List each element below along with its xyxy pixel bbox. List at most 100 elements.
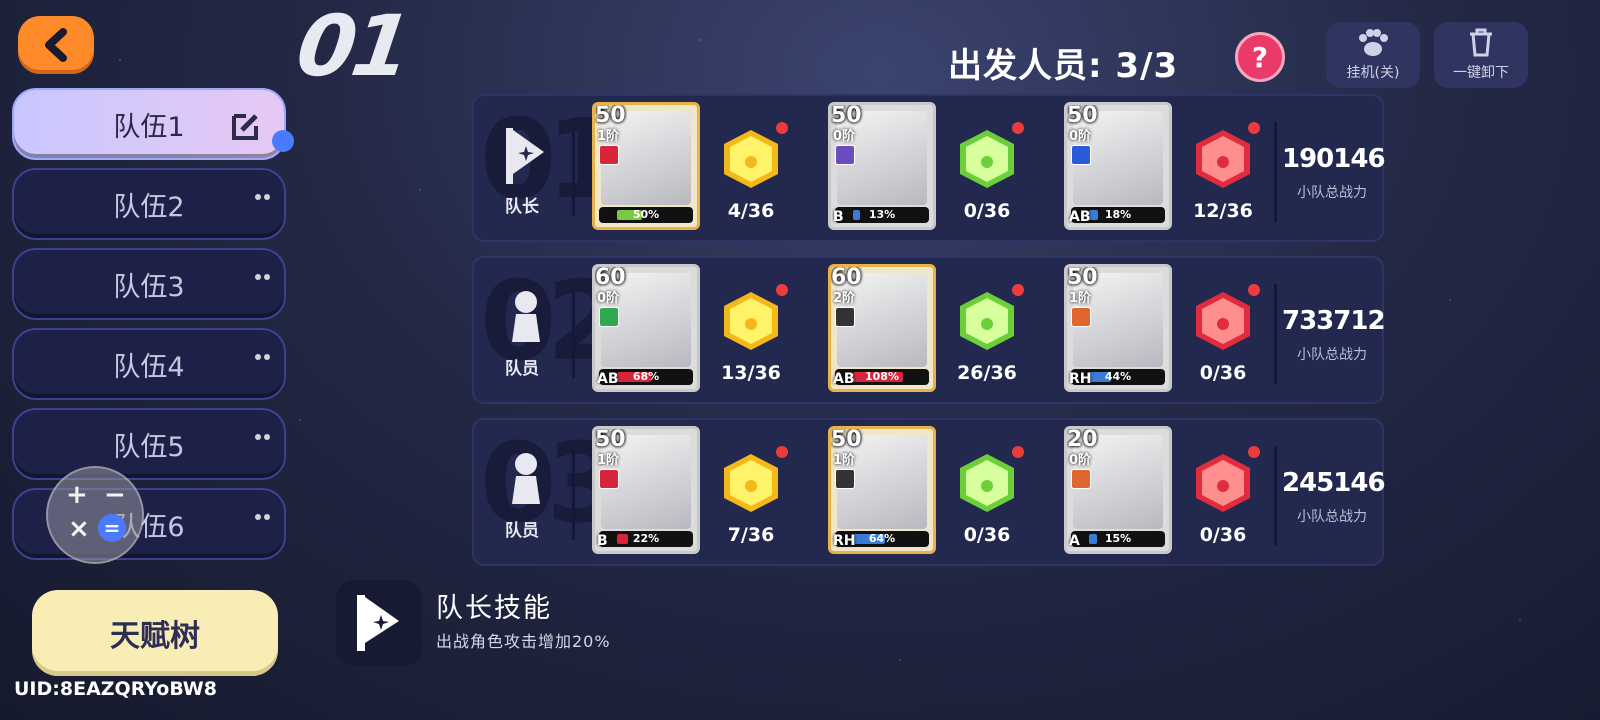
character-grade: AB — [1069, 209, 1091, 225]
yellow-gem-icon[interactable] — [720, 446, 788, 514]
shine-decoration — [252, 176, 270, 207]
yellow-gem-icon[interactable] — [720, 284, 788, 352]
tab-team-4[interactable]: 队伍4 — [12, 328, 286, 400]
character-card[interactable]: 50 1阶 64% RH — [828, 426, 936, 554]
divider — [572, 126, 575, 216]
uid-label: UID:8EAZQRYoBW8 — [14, 678, 217, 700]
red-gem-icon[interactable] — [1192, 284, 1260, 352]
leader-flag-icon — [506, 128, 544, 184]
character-card[interactable]: 50 0阶 13% B — [828, 102, 936, 230]
element-icon — [1071, 469, 1091, 489]
notification-dot — [1012, 122, 1024, 134]
leader-skill-title: 队长技能 — [436, 593, 552, 624]
character-stage: 1阶 — [597, 453, 620, 468]
calculator-float-button[interactable]: + − × = — [46, 466, 144, 564]
talent-tree-button[interactable]: 天赋树 — [32, 590, 278, 676]
leader-skill-icon — [336, 580, 422, 666]
gem-count: 7/36 — [727, 524, 775, 546]
character-card[interactable]: 20 0阶 15% A — [1064, 426, 1172, 554]
plus-icon: + — [66, 480, 88, 510]
notification-dot — [1248, 446, 1260, 458]
auto-battle-button[interactable]: 挂机(关) — [1326, 22, 1420, 88]
element-icon — [835, 469, 855, 489]
progress-bar: 50% — [599, 207, 693, 223]
progress-bar: 13% — [835, 207, 929, 223]
character-stage: 2阶 — [833, 291, 856, 306]
unload-all-button[interactable]: 一键卸下 — [1434, 22, 1528, 88]
green-gem-icon[interactable] — [956, 446, 1024, 514]
red-gem-icon[interactable] — [1192, 446, 1260, 514]
squad-row[interactable]: 02 队员 60 0阶 68% AB 13/36 60 2阶 108% AB 2… — [472, 256, 1386, 404]
back-button[interactable] — [18, 16, 94, 74]
tab-team-2[interactable]: 队伍2 — [12, 168, 286, 240]
deploy-count-label: 出发人员: 3/3 — [948, 46, 1179, 86]
character-stage: 0阶 — [597, 291, 620, 306]
gem-count: 12/36 — [1193, 200, 1253, 222]
member-pawn-icon — [512, 291, 540, 342]
character-grade: B — [597, 533, 608, 549]
paw-icon — [1359, 29, 1388, 56]
notification-dot — [776, 446, 788, 458]
character-card[interactable]: 60 0阶 68% AB — [592, 264, 700, 392]
element-icon — [835, 307, 855, 327]
member-pawn-icon — [512, 453, 540, 504]
character-stage: 0阶 — [1069, 129, 1092, 144]
notification-dot — [776, 284, 788, 296]
gem-count: 13/36 — [721, 362, 781, 384]
progress-text: 22% — [632, 532, 660, 545]
progress-bar: 15% — [1071, 531, 1165, 547]
character-grade: RH — [833, 533, 856, 549]
element-icon — [1071, 307, 1091, 327]
yellow-gem-icon[interactable] — [720, 122, 788, 190]
squad-index-label: 01 — [291, 0, 414, 95]
gem-count: 0/36 — [963, 524, 1011, 546]
shine-decoration — [252, 496, 270, 527]
shine-decoration — [252, 416, 270, 447]
squad-power-label: 小队总战力 — [1297, 509, 1367, 525]
progress-text: 15% — [1104, 532, 1132, 545]
character-card[interactable]: 50 0阶 18% AB — [1064, 102, 1172, 230]
tab-label: 队伍3 — [113, 271, 185, 303]
shine-decoration — [252, 256, 270, 287]
gem-count: 0/36 — [1199, 524, 1247, 546]
minus-icon: − — [104, 480, 126, 510]
help-button[interactable]: ? — [1235, 32, 1285, 82]
chevron-left-icon — [45, 28, 67, 62]
leader-flag-icon — [357, 595, 399, 651]
divider — [1274, 284, 1277, 384]
squad-power-value: 245146 — [1282, 468, 1386, 498]
squad-row[interactable]: 01 队长 50 1阶 50% 4/36 50 0阶 13% B 0/36 50… — [472, 94, 1386, 242]
trash-icon — [1470, 28, 1492, 57]
tab-team-5[interactable]: 队伍5 — [12, 408, 286, 480]
character-grade: AB — [597, 371, 619, 387]
equals-icon: = — [98, 514, 126, 542]
element-icon — [599, 469, 619, 489]
character-stage: 0阶 — [833, 129, 856, 144]
divider — [572, 450, 575, 540]
red-gem-icon[interactable] — [1192, 122, 1260, 190]
notification-dot — [1248, 284, 1260, 296]
edit-icon[interactable] — [230, 110, 262, 142]
times-icon: × — [68, 514, 90, 544]
tab-team-3[interactable]: 队伍3 — [12, 248, 286, 320]
tab-team-1[interactable]: 队伍1 — [12, 88, 294, 160]
character-card[interactable]: 60 2阶 108% AB — [828, 264, 936, 392]
character-grade: AB — [833, 371, 855, 387]
green-gem-icon[interactable] — [956, 284, 1024, 352]
shine-decoration — [252, 336, 270, 367]
divider — [572, 288, 575, 378]
character-card[interactable]: 50 1阶 50% — [592, 102, 700, 230]
character-card[interactable]: 50 1阶 44% RH — [1064, 264, 1172, 392]
element-icon — [599, 145, 619, 165]
squad-role-label: 队长 — [505, 197, 539, 217]
green-gem-icon[interactable] — [956, 122, 1024, 190]
squad-power-label: 小队总战力 — [1297, 185, 1367, 201]
divider — [1274, 122, 1277, 222]
notification-dot — [1248, 122, 1260, 134]
squad-role-label: 队员 — [505, 521, 539, 541]
notification-dot — [1012, 446, 1024, 458]
gem-count: 0/36 — [963, 200, 1011, 222]
divider — [1274, 446, 1277, 546]
squad-row[interactable]: 03 队员 50 1阶 22% B 7/36 50 1阶 64% RH 0/36… — [472, 418, 1386, 566]
character-card[interactable]: 50 1阶 22% B — [592, 426, 700, 554]
